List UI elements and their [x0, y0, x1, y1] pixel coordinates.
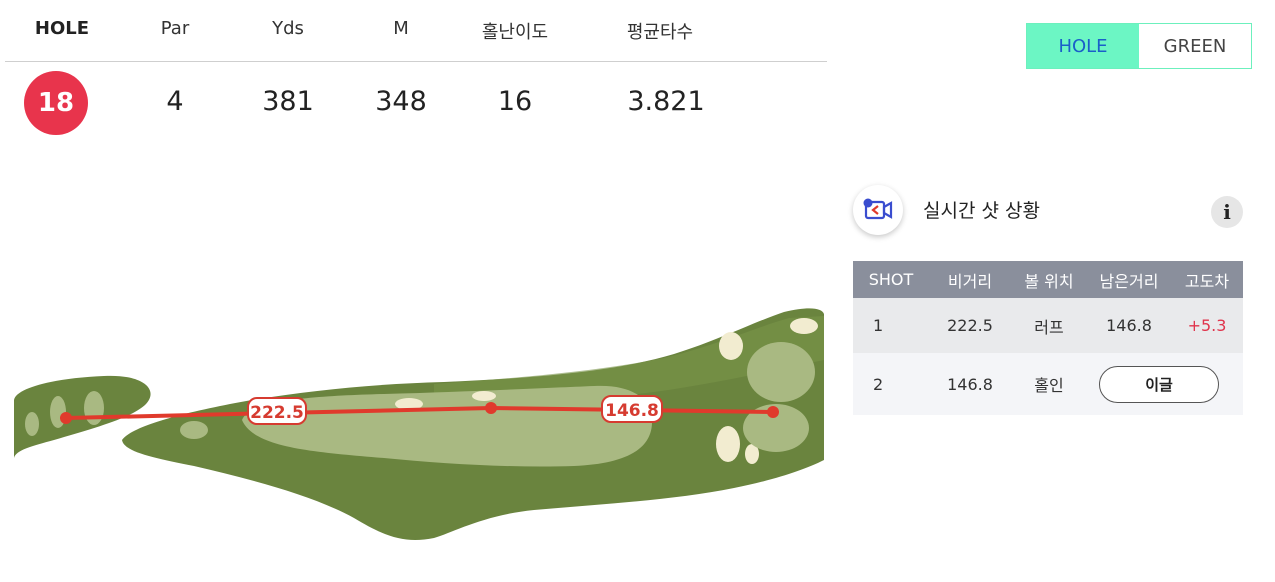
tee-marker — [25, 412, 39, 436]
table-row: 2 146.8 홀인 이글 — [853, 353, 1243, 415]
shot-distance: 222.5 — [947, 316, 993, 335]
green — [747, 342, 815, 402]
header-avg-score: 평균타수 — [626, 22, 694, 43]
distance-label-2-text: 146.8 — [605, 401, 659, 421]
header-difficulty: 홀난이도 — [481, 22, 549, 43]
par-value: 4 — [166, 86, 184, 117]
hole-view-button[interactable]: HOLE — [1027, 24, 1139, 68]
yds-value: 381 — [262, 86, 314, 117]
elevation-diff: +5.3 — [1187, 316, 1227, 335]
distance-label-2: 146.8 — [601, 395, 663, 423]
eagle-result-button[interactable]: 이글 — [1099, 365, 1219, 403]
shot-number: 2 — [873, 374, 884, 394]
live-shot-header: 실시간 샷 상황 i — [853, 183, 1245, 239]
bunker — [716, 426, 740, 462]
hole-number-badge: 18 — [24, 71, 88, 135]
course-map-svg: 222.5 146.8 — [14, 308, 824, 540]
live-shot-title: 실시간 샷 상황 — [923, 200, 1040, 222]
col-remaining: 남은거리 — [1099, 271, 1159, 291]
distance-label-1: 222.5 — [247, 397, 307, 425]
header-m: M — [393, 18, 409, 39]
shot-table: SHOT 비거리 볼 위치 남은거리 고도차 1 222.5 러프 146.8 … — [853, 261, 1243, 415]
fairway-spot — [180, 421, 208, 439]
meters-value: 348 — [375, 86, 427, 117]
view-toggle: HOLE GREEN — [1026, 23, 1252, 69]
shot-distance: 146.8 — [947, 374, 993, 394]
hole-info-header: HOLE Par Yds M 홀난이도 평균타수 — [5, 0, 827, 62]
distance-label-1-text: 222.5 — [250, 403, 304, 423]
bunker — [472, 391, 496, 401]
header-hole: HOLE — [34, 18, 90, 39]
tee-marker — [84, 391, 104, 425]
col-elevation: 고도차 — [1184, 271, 1230, 291]
col-shot: SHOT — [868, 270, 914, 289]
shot-number: 1 — [873, 316, 884, 335]
shot-table-header: SHOT 비거리 볼 위치 남은거리 고도차 — [853, 261, 1243, 298]
difficulty-value: 16 — [497, 86, 533, 117]
header-yds: Yds — [272, 18, 304, 39]
live-camera-icon — [853, 185, 903, 235]
shot-end-point — [767, 406, 779, 418]
course-map[interactable]: 222.5 146.8 — [14, 300, 824, 550]
ball-position: 홀인 — [1034, 376, 1064, 395]
ball-position: 러프 — [1034, 317, 1064, 337]
bunker — [719, 332, 743, 360]
shot-start-point — [60, 412, 72, 424]
header-par: Par — [160, 18, 190, 39]
col-distance: 비거리 — [947, 271, 993, 291]
shot-landing-point — [485, 402, 497, 414]
col-ball-position: 볼 위치 — [1024, 271, 1074, 291]
hole-info-table: HOLE Par Yds M 홀난이도 평균타수 18 4 381 348 16… — [5, 0, 827, 140]
bunker — [790, 318, 818, 334]
info-icon[interactable]: i — [1211, 196, 1243, 228]
table-row: 1 222.5 러프 146.8 +5.3 — [853, 298, 1243, 353]
avg-score-value: 3.821 — [627, 86, 705, 117]
green-view-button[interactable]: GREEN — [1139, 24, 1251, 68]
remaining-distance: 146.8 — [1106, 316, 1152, 335]
